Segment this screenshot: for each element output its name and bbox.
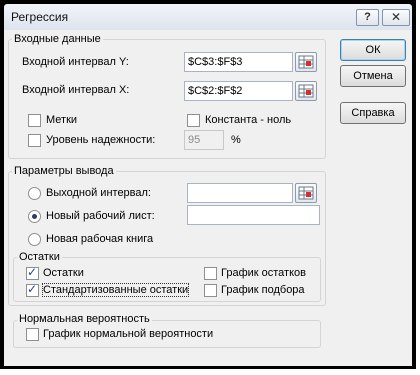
x-range-select-button[interactable] bbox=[295, 81, 317, 101]
confidence-level-input[interactable]: 95 bbox=[184, 130, 224, 150]
const-zero-checkbox[interactable] bbox=[187, 114, 200, 127]
close-button[interactable]: ✕ bbox=[382, 9, 410, 26]
residuals-label: Остатки bbox=[43, 267, 84, 279]
y-range-label: Входной интервал Y: bbox=[22, 56, 129, 68]
close-icon: ✕ bbox=[390, 10, 402, 24]
range-select-icon bbox=[298, 55, 314, 69]
new-sheet-label: Новый рабочий лист: bbox=[46, 210, 155, 222]
output-range-label: Выходной интервал: bbox=[46, 187, 151, 199]
normal-plot-label: График нормальной вероятности bbox=[43, 328, 214, 340]
normal-prob-group-title: Нормальная вероятность bbox=[17, 313, 152, 325]
checkmark-icon: ✓ bbox=[27, 265, 38, 279]
input-group-title: Входные данные bbox=[12, 33, 103, 45]
labels-checkbox[interactable] bbox=[28, 114, 41, 127]
residuals-group-title: Остатки bbox=[17, 251, 62, 263]
confidence-checkbox[interactable] bbox=[28, 134, 41, 147]
labels-checkbox-label: Метки bbox=[46, 114, 78, 126]
regression-dialog: Регрессия ? ✕ Входные данные Входной инт… bbox=[0, 0, 416, 369]
x-range-input[interactable]: $C$2:$F$2 bbox=[184, 81, 293, 101]
std-residuals-checkbox[interactable]: ✓ bbox=[26, 282, 39, 297]
residual-plot-checkbox[interactable] bbox=[204, 267, 217, 280]
radio-selected-dot bbox=[32, 214, 37, 219]
range-select-icon bbox=[298, 186, 314, 200]
x-range-label: Входной интервал X: bbox=[22, 84, 130, 96]
y-range-input[interactable]: $C$3:$F$3 bbox=[184, 52, 293, 72]
title-bar: Регрессия ? ✕ bbox=[4, 4, 412, 30]
residual-plot-label: График остатков bbox=[221, 267, 306, 279]
output-range-input[interactable] bbox=[187, 183, 293, 203]
line-fit-plot-checkbox[interactable] bbox=[204, 284, 217, 297]
checkmark-icon: ✓ bbox=[27, 282, 38, 296]
output-range-select-button[interactable] bbox=[295, 183, 317, 203]
new-book-radio[interactable] bbox=[28, 233, 41, 246]
residuals-checkbox[interactable]: ✓ bbox=[26, 265, 39, 280]
help-titlebar-button[interactable]: ? bbox=[356, 9, 379, 26]
output-range-radio[interactable] bbox=[28, 187, 41, 200]
normal-plot-checkbox[interactable] bbox=[26, 328, 39, 341]
window-title: Регрессия bbox=[11, 10, 69, 24]
line-fit-plot-label: График подбора bbox=[221, 284, 305, 296]
ok-button[interactable]: ОК bbox=[340, 39, 406, 61]
std-residuals-label: Стандартизованные остатки bbox=[41, 283, 190, 297]
new-book-label: Новая рабочая книга bbox=[46, 233, 154, 245]
cancel-button[interactable]: Отмена bbox=[340, 65, 406, 87]
range-select-icon bbox=[298, 84, 314, 98]
new-sheet-input[interactable] bbox=[187, 205, 320, 225]
const-zero-checkbox-label: Константа - ноль bbox=[205, 114, 292, 126]
help-button[interactable]: Справка bbox=[340, 102, 406, 124]
new-sheet-radio[interactable] bbox=[28, 210, 41, 223]
output-group-title: Параметры вывода bbox=[12, 165, 116, 177]
confidence-unit: % bbox=[231, 134, 241, 146]
y-range-select-button[interactable] bbox=[295, 52, 317, 72]
confidence-checkbox-label: Уровень надежности: bbox=[46, 134, 156, 146]
dialog-body: Входные данные Входной интервал Y: $C$3:… bbox=[4, 30, 412, 366]
